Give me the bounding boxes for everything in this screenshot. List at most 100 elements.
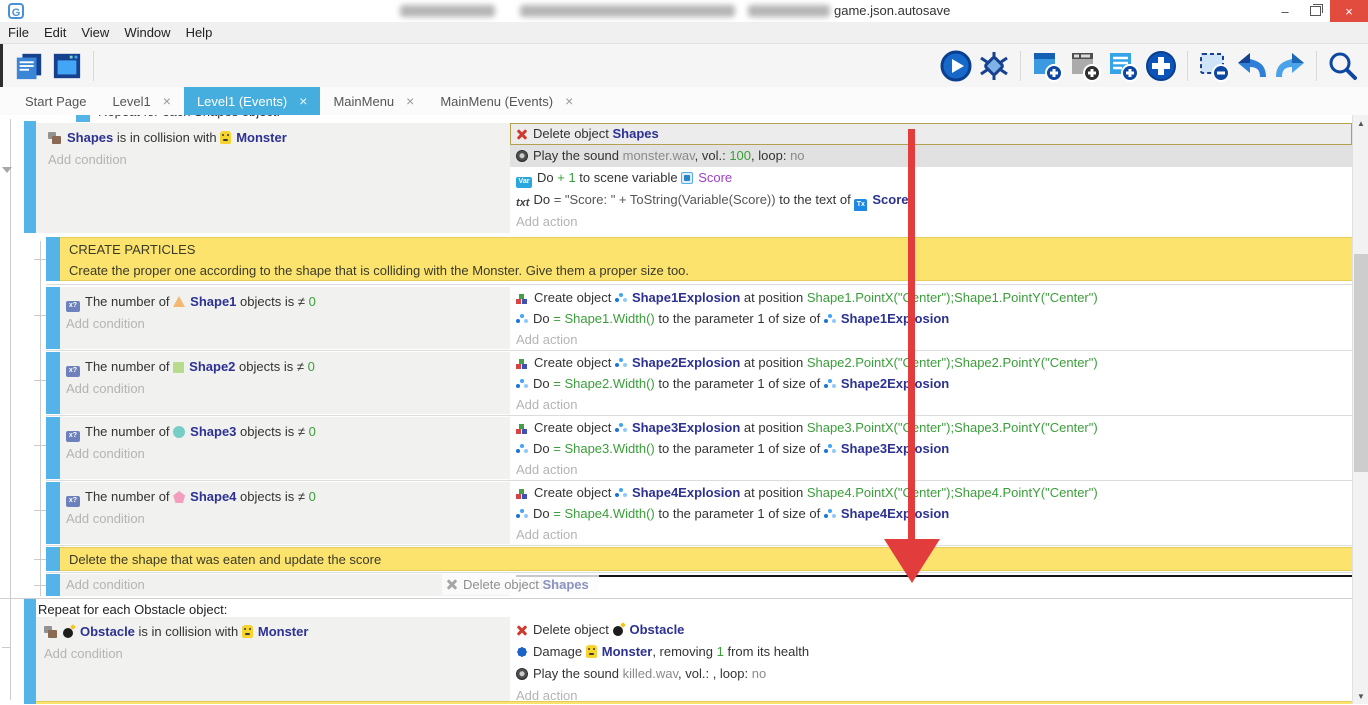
event-action[interactable]: Play the sound killed.wav, vol.: , loop:… (510, 663, 1352, 685)
start-page-button[interactable] (50, 49, 84, 83)
event-bar[interactable] (24, 121, 36, 233)
event-action[interactable]: Create object Shape1Explosion at positio… (510, 287, 1352, 308)
event-condition[interactable]: The number of Shape2 objects is ≠ 0 (60, 356, 510, 378)
toolbar-left-group (0, 49, 101, 83)
event-condition[interactable]: Shapes is in collision with Monster (36, 127, 510, 149)
debug-button[interactable] (977, 49, 1011, 83)
close-tab-icon[interactable]: × (565, 94, 573, 108)
add-subevent-button[interactable] (1068, 49, 1102, 83)
bomb-icon (63, 625, 75, 638)
event-bar[interactable] (46, 417, 60, 479)
add-action-link[interactable]: Add action (510, 329, 1352, 350)
actions-panel: Create object Shape3Explosion at positio… (510, 417, 1352, 479)
close-tab-icon[interactable]: × (406, 94, 414, 108)
tab-start-page[interactable]: Start Page (12, 87, 99, 115)
event-action[interactable]: Do = Shape3.Width() to the parameter 1 o… (510, 438, 1352, 459)
event-action[interactable]: Do + 1 to scene variable Score (510, 167, 1352, 189)
add-event-button[interactable] (1030, 49, 1064, 83)
particle-icon (516, 509, 528, 520)
event-action-selected[interactable]: Delete object Shapes (510, 123, 1352, 145)
tab-level1-events[interactable]: Level1 (Events)× (184, 87, 321, 115)
event-action[interactable]: Create object Shape3Explosion at positio… (510, 417, 1352, 438)
search-button[interactable] (1326, 49, 1360, 83)
close-tab-icon[interactable]: × (299, 94, 307, 108)
add-new-button[interactable] (1144, 49, 1178, 83)
add-condition-link[interactable]: Add condition (60, 443, 510, 465)
event-bar[interactable] (46, 482, 60, 544)
event-condition[interactable]: Obstacle is in collision with Monster (36, 621, 510, 643)
event-bar[interactable] (46, 574, 60, 596)
add-action-link[interactable]: Add action (510, 394, 1352, 415)
event-action[interactable]: Create object Shape2Explosion at positio… (510, 352, 1352, 373)
event-condition[interactable]: The number of Shape1 objects is ≠ 0 (60, 291, 510, 313)
restore-button[interactable] (1300, 0, 1330, 22)
add-condition-link[interactable]: Add condition (36, 643, 510, 665)
event-action[interactable]: Do = Shape4.Width() to the parameter 1 o… (510, 503, 1352, 524)
event-header[interactable]: Repeat for each Obstacle object: (38, 602, 227, 617)
menu-file[interactable]: File (8, 25, 40, 40)
menu-help[interactable]: Help (186, 25, 224, 40)
vertical-scrollbar[interactable]: ▲ ▼ (1352, 115, 1368, 704)
project-manager-button[interactable] (12, 49, 46, 83)
add-action-link[interactable]: Add action (510, 211, 1352, 233)
delete-ghost-icon (446, 578, 458, 590)
comment-block-clipped (36, 701, 1352, 704)
particle-icon (516, 444, 528, 455)
comment-block[interactable]: Delete the shape that was eaten and upda… (60, 547, 1352, 571)
add-condition-link[interactable]: Add condition (60, 508, 510, 530)
event-action[interactable]: Play the sound monster.wav, vol.: 100, l… (510, 145, 1352, 167)
close-tab-icon[interactable]: × (163, 94, 171, 108)
collapse-arrow-icon[interactable] (2, 167, 12, 173)
event-action[interactable]: Do = "Score: " + ToString(Variable(Score… (510, 189, 1352, 211)
undo-icon (1236, 50, 1268, 82)
particle-icon (516, 379, 528, 390)
menu-window[interactable]: Window (124, 25, 181, 40)
event-bar[interactable] (24, 599, 36, 704)
event-action[interactable]: Do = Shape1.Width() to the parameter 1 o… (510, 308, 1352, 329)
scroll-down-icon[interactable]: ▼ (1353, 688, 1368, 704)
events-sheet: Repeat for each Shapes object: Shapes is… (0, 115, 1368, 704)
add-condition-link[interactable]: Add condition (36, 149, 510, 171)
redacted-path-blur (748, 5, 830, 17)
tabbar: Start Page Level1× Level1 (Events)× Main… (0, 87, 1368, 115)
remove-selection-button[interactable] (1197, 49, 1231, 83)
tab-level1[interactable]: Level1× (99, 87, 184, 115)
conditions-panel: The number of Shape1 objects is ≠ 0 Add … (60, 287, 510, 349)
undo-button[interactable] (1235, 49, 1269, 83)
event-action[interactable]: Do = Shape2.Width() to the parameter 1 o… (510, 373, 1352, 394)
scrollbar-thumb[interactable] (1354, 254, 1368, 472)
add-condition-link[interactable]: Add condition (60, 378, 510, 400)
play-button[interactable] (939, 49, 973, 83)
event-bar[interactable] (46, 287, 60, 349)
tab-mainmenu[interactable]: MainMenu× (320, 87, 427, 115)
add-action-link[interactable]: Add action (510, 459, 1352, 480)
toolbar-right-group (937, 49, 1368, 83)
event-action[interactable]: Delete object Obstacle (510, 619, 1352, 641)
add-comment-button[interactable] (1106, 49, 1140, 83)
event-header-clipped[interactable]: Repeat for each Shapes object: (0, 115, 1352, 122)
event-bar[interactable] (46, 352, 60, 414)
particle-icon (824, 379, 836, 390)
actions-panel: Delete object Obstacle Damage Monster, r… (510, 617, 1352, 701)
tree-guide-line (10, 119, 11, 700)
event-condition[interactable]: The number of Shape4 objects is ≠ 0 (60, 486, 510, 508)
add-condition-link[interactable]: Add condition (60, 313, 510, 335)
event-action[interactable]: Create object Shape4Explosion at positio… (510, 482, 1352, 503)
event-condition[interactable]: The number of Shape3 objects is ≠ 0 (60, 421, 510, 443)
conditions-panel: The number of Shape2 objects is ≠ 0 Add … (60, 352, 510, 414)
tab-mainmenu-events[interactable]: MainMenu (Events)× (427, 87, 586, 115)
scroll-up-icon[interactable]: ▲ (1353, 115, 1368, 131)
minimize-button[interactable]: – (1270, 0, 1300, 22)
event-action[interactable]: Damage Monster, removing 1 from its heal… (510, 641, 1352, 663)
count-icon (66, 366, 80, 377)
tree-tick (34, 585, 46, 586)
shape4-icon (173, 491, 185, 503)
redo-button[interactable] (1273, 49, 1307, 83)
shape1-icon (173, 296, 185, 307)
menu-view[interactable]: View (81, 25, 120, 40)
close-button[interactable]: × (1330, 0, 1368, 22)
monster-icon (220, 131, 231, 144)
count-icon (66, 301, 80, 312)
comment-block[interactable]: CREATE PARTICLES Create the proper one a… (60, 237, 1352, 281)
menu-edit[interactable]: Edit (44, 25, 77, 40)
